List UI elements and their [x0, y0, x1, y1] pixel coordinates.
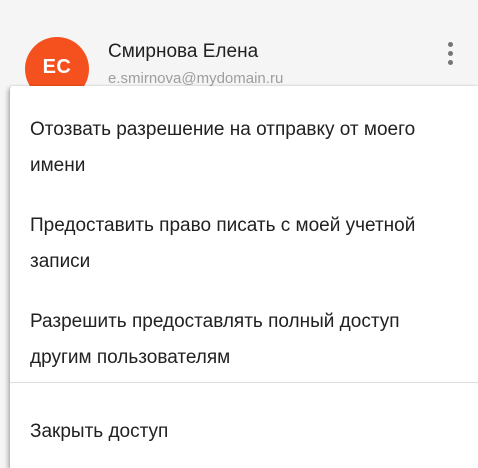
- more-vert-icon: [447, 41, 453, 47]
- menu-item-close-access[interactable]: Закрыть доступ: [10, 414, 478, 450]
- menu-item-label: Отозвать разрешение на отправку от моего…: [30, 119, 416, 176]
- menu-item-label: Разрешить предоставлять полный доступ др…: [30, 311, 400, 368]
- page: ЕС Смирнова Елена e.smirnova@mydomain.ru…: [0, 0, 478, 468]
- avatar-initials: ЕС: [42, 55, 72, 78]
- menu-item-revoke-send-on-behalf[interactable]: Отозвать разрешение на отправку от моего…: [10, 112, 478, 184]
- more-vert-icon-dot: [447, 50, 453, 56]
- menu-item-allow-full-access-delegation[interactable]: Разрешить предоставлять полный доступ др…: [10, 304, 478, 376]
- menu-item-label: Закрыть доступ: [30, 421, 169, 442]
- menu-item-grant-send-as[interactable]: Предоставить право писать с моей учетной…: [10, 208, 478, 280]
- menu-item-label: Предоставить право писать с моей учетной…: [30, 215, 416, 272]
- menu-divider: [10, 382, 478, 383]
- user-email: e.smirnova@mydomain.ru: [108, 70, 284, 87]
- dropdown-menu: Отозвать разрешение на отправку от моего…: [10, 86, 478, 468]
- more-options-button[interactable]: [438, 38, 462, 68]
- more-vert-icon-dot: [447, 59, 453, 65]
- user-name: Смирнова Елена: [108, 41, 259, 62]
